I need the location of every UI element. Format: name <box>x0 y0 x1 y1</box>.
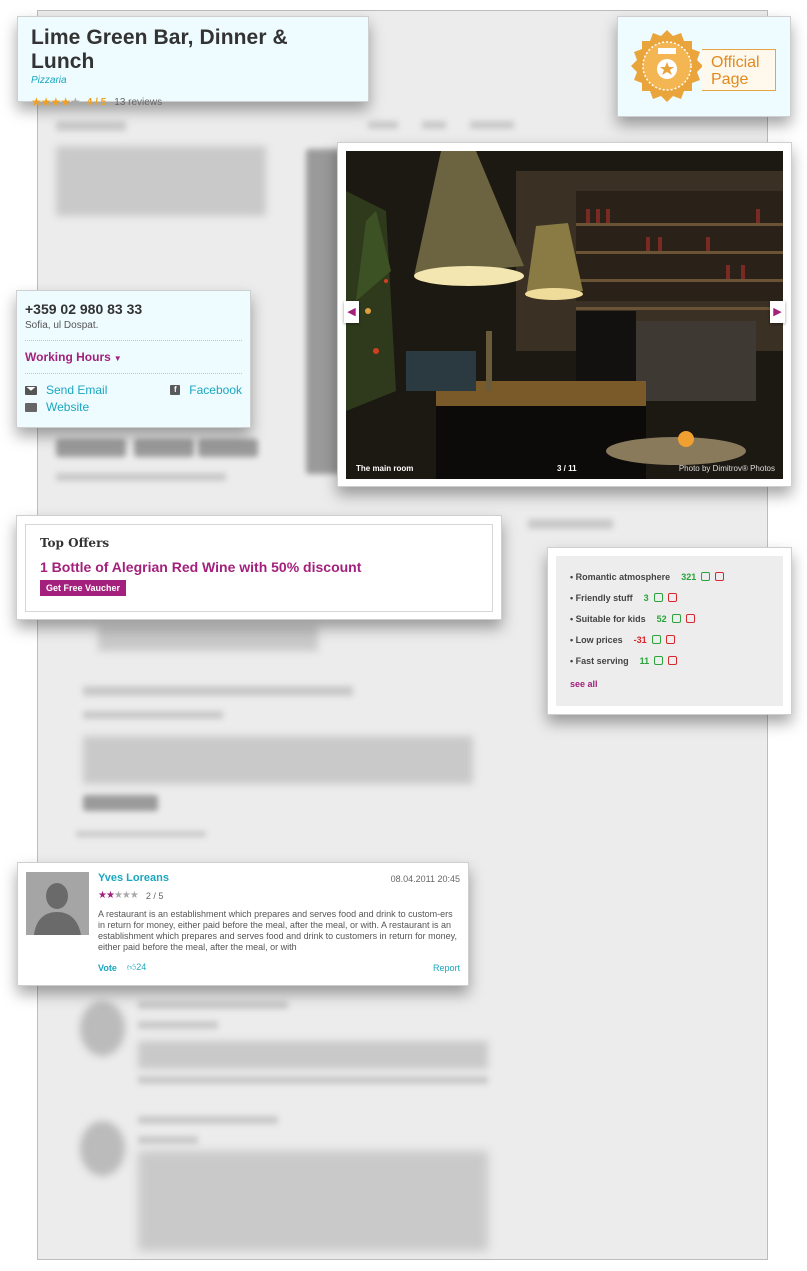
restaurant-title-card: Lime Green Bar, Dinner & Lunch Pizzaria … <box>17 16 369 109</box>
rating-summary: ★★★★★ 4 / 5 13 reviews <box>31 95 355 109</box>
thumbs-up-icon[interactable] <box>653 593 663 602</box>
trait-count: -31 <box>633 634 647 645</box>
photo-credit: Photo by Dimitrov® Photos <box>678 464 775 473</box>
review-count-link[interactable]: 13 reviews <box>114 97 162 108</box>
thumbs-down-icon[interactable] <box>668 656 678 665</box>
see-all-link[interactable]: see all <box>570 679 769 689</box>
photo-counter: 3 / 11 <box>557 464 577 473</box>
rating-value: 4 / 5 <box>86 96 107 108</box>
thumbs-down-icon[interactable] <box>685 614 695 623</box>
thumbs-down-icon[interactable] <box>715 572 725 581</box>
restaurant-name: Lime Green Bar, Dinner & Lunch <box>31 26 288 73</box>
gallery-photo[interactable]: The main room 3 / 11 Photo by Dimitrov® … <box>346 151 783 479</box>
award-seal-icon <box>631 30 703 102</box>
next-photo-button[interactable]: ▶ <box>770 301 785 323</box>
trait-label: • Fast serving <box>570 655 629 666</box>
top-offers-heading: Top Offers <box>40 536 110 550</box>
official-label-line1: Official <box>711 54 760 71</box>
phone-number: +359 02 980 83 33 <box>25 301 143 317</box>
trait-count: 11 <box>639 655 650 666</box>
user-silhouette-icon <box>26 872 89 935</box>
review-score: 2 / 5 <box>145 890 164 901</box>
review-date: 08.04.2011 20:45 <box>390 874 460 884</box>
review-text: A restaurant is an establishment which p… <box>98 909 458 952</box>
caret-down-icon: ▼ <box>113 354 122 363</box>
working-hours-toggle[interactable]: Working Hours ▼ <box>25 350 242 364</box>
website-link[interactable]: Website <box>25 400 170 414</box>
review-stars: ★★★★★ <box>98 890 139 901</box>
trait-item: • Fast serving 11 <box>570 650 769 671</box>
thumbs-down-icon[interactable] <box>667 593 677 602</box>
traits-list: • Romantic atmosphere 321 • Friendly stu… <box>556 556 783 706</box>
thumbs-up-icon[interactable] <box>701 572 711 581</box>
trait-count: 52 <box>656 613 667 624</box>
envelope-icon <box>25 385 37 395</box>
trait-item: • Friendly stuff 3 <box>570 587 769 608</box>
thumbs-up-icon[interactable] <box>671 614 681 623</box>
divider <box>25 340 242 341</box>
review-card: 08.04.2011 20:45 Yves Loreans ★★★★★ 2 / … <box>17 862 469 986</box>
top-offers-card: Top Offers 1 Bottle of Alegrian Red Wine… <box>16 515 502 620</box>
review-rating: ★★★★★ 2 / 5 <box>98 890 460 901</box>
send-email-link[interactable]: Send Email <box>25 383 170 397</box>
official-page-label: Official Page <box>702 49 776 91</box>
trait-label: • Suitable for kids <box>570 613 646 624</box>
trait-count: 321 <box>681 571 697 582</box>
divider <box>25 373 242 374</box>
address: Sofia, ul Dospat. <box>25 320 99 331</box>
offer-title[interactable]: 1 Bottle of Alegrian Red Wine with 50% d… <box>40 559 478 575</box>
photo-caption: The main room <box>356 464 414 473</box>
photo-gallery: The main room 3 / 11 Photo by Dimitrov® … <box>337 142 792 487</box>
trait-label: • Low prices <box>570 634 623 645</box>
trait-label: • Romantic atmosphere <box>570 571 671 582</box>
vote-button[interactable]: 👍︎24 <box>127 962 146 973</box>
thumbs-up-icon[interactable] <box>651 635 661 644</box>
website-icon <box>25 402 37 412</box>
facebook-icon: f <box>170 385 181 395</box>
contact-card: +359 02 980 83 33 Sofia, ul Dospat. Work… <box>16 290 251 428</box>
prev-photo-button[interactable]: ◀ <box>344 301 359 323</box>
facebook-link[interactable]: f Facebook <box>170 383 242 397</box>
vote-count: 24 <box>136 962 147 972</box>
avatar[interactable] <box>26 872 89 935</box>
trait-item: • Romantic atmosphere 321 <box>570 566 769 587</box>
working-hours-label: Working Hours <box>25 350 111 364</box>
official-label-line2: Page <box>711 71 749 88</box>
send-email-label: Send Email <box>46 383 108 397</box>
vote-label: Vote <box>98 962 117 973</box>
place-traits-card: • Romantic atmosphere 321 • Friendly stu… <box>547 547 792 715</box>
trait-item: • Low prices -31 <box>570 629 769 650</box>
restaurant-category[interactable]: Pizzaria <box>31 75 355 86</box>
thumbs-down-icon[interactable] <box>665 635 675 644</box>
trait-item: • Suitable for kids 52 <box>570 608 769 629</box>
arrow-right-icon: ▶ <box>773 306 782 318</box>
website-label: Website <box>46 400 90 414</box>
report-link[interactable]: Report <box>433 963 460 973</box>
restaurant-interior-image <box>346 151 783 479</box>
official-page-badge: Official Page <box>617 16 791 117</box>
thumbs-up-icon: 👍︎ <box>126 962 137 972</box>
thumbs-up-icon[interactable] <box>654 656 664 665</box>
facebook-label: Facebook <box>189 383 242 397</box>
trait-count: 3 <box>643 592 649 603</box>
get-voucher-button[interactable]: Get Free Vaucher <box>40 580 127 596</box>
arrow-left-icon: ◀ <box>347 306 356 318</box>
trait-label: • Friendly stuff <box>570 592 633 603</box>
rating-stars: ★★★★★ <box>31 95 81 109</box>
